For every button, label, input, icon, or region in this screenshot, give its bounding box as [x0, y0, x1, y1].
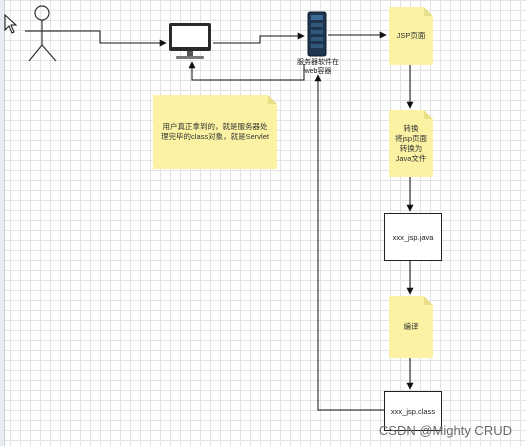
convert-step-note: 转换 将jsp页面 转换为 Java文件 — [389, 110, 433, 177]
diagram-edges — [25, 5, 414, 411]
compile-step-note: 编译 — [389, 296, 433, 358]
jsp-page-note: JSP页面 — [389, 7, 433, 65]
compile-step-text: 编译 — [403, 322, 419, 331]
computer-monitor-icon — [169, 23, 211, 59]
java-file-node: xxx_jsp.java — [384, 213, 442, 261]
java-file-label: xxx_jsp.java — [392, 232, 434, 242]
convert-step-text: 转换 将jsp页面 转换为 Java文件 — [394, 123, 428, 163]
servlet-explanation-text: 用户真正拿到的，就是服务器处 理完毕的class对象，就是Servlet — [161, 122, 269, 141]
user-actor-icon — [25, 5, 60, 62]
class-file-label: xxx_jsp.class — [390, 406, 436, 416]
server-icon — [307, 11, 327, 57]
server-label: 服务器软件在 web容器 — [297, 59, 339, 75]
servlet-explanation-note: 用户真正拿到的，就是服务器处 理完毕的class对象，就是Servlet — [153, 95, 277, 169]
jsp-page-text: JSP页面 — [396, 31, 426, 40]
watermark-text: CSDN @Mighty CRUD — [378, 423, 512, 438]
